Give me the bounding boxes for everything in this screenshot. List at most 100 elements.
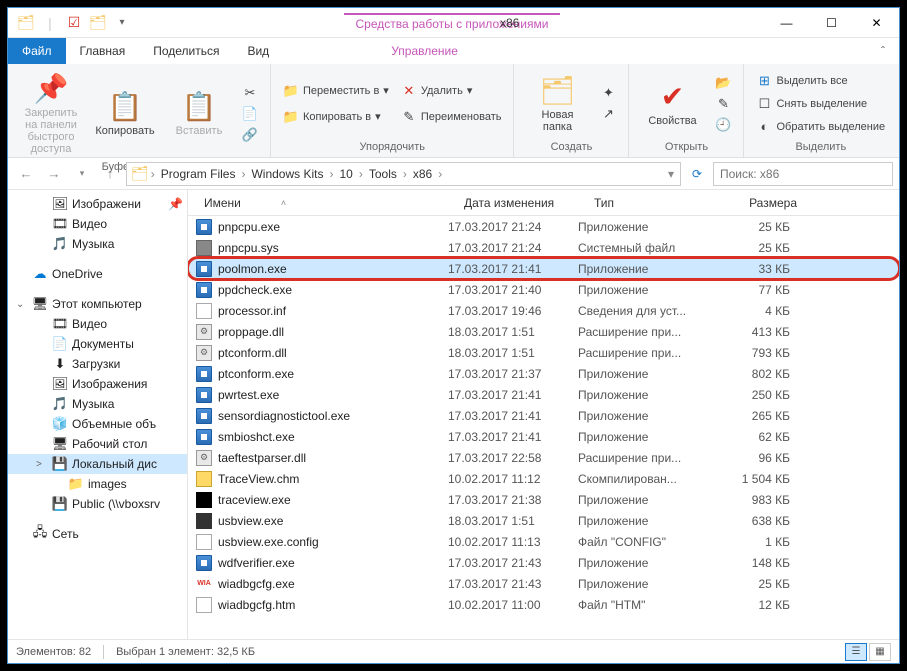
- nav-item[interactable]: 🎵Музыка: [8, 394, 187, 414]
- file-row[interactable]: TraceView.chm10.02.2017 11:12Скомпилиров…: [188, 468, 899, 489]
- maximize-button[interactable]: ☐: [809, 8, 854, 38]
- file-row[interactable]: wiadbgcfg.htm10.02.2017 11:00Файл "HTM"1…: [188, 594, 899, 615]
- paste-button[interactable]: 📋Вставить: [164, 68, 234, 159]
- nav-item[interactable]: 💾Public (\\vboxsrv: [8, 494, 187, 514]
- file-row[interactable]: proppage.dll18.03.2017 1:51Расширение пр…: [188, 321, 899, 342]
- nav-item[interactable]: >💾Локальный дис: [8, 454, 187, 474]
- breadcrumb-item[interactable]: x86: [409, 167, 436, 181]
- tab-home[interactable]: Главная: [66, 38, 140, 64]
- chevron-right-icon[interactable]: ›: [357, 167, 365, 181]
- copypath-button[interactable]: 📄: [238, 104, 262, 124]
- view-details-button[interactable]: ☰: [845, 643, 867, 661]
- file-row[interactable]: wdfverifier.exe17.03.2017 21:43Приложени…: [188, 552, 899, 573]
- refresh-button[interactable]: ⟳: [685, 162, 709, 186]
- expand-icon[interactable]: >: [36, 459, 48, 470]
- copyto-button[interactable]: 📁Копировать в ▾: [279, 107, 393, 127]
- column-type[interactable]: Тип: [586, 196, 716, 210]
- nav-item[interactable]: 📄Документы: [8, 334, 187, 354]
- history-button[interactable]: 🕘: [711, 115, 735, 135]
- file-row[interactable]: sensordiagnostictool.exe17.03.2017 21:41…: [188, 405, 899, 426]
- chevron-right-icon[interactable]: ›: [149, 167, 157, 181]
- close-button[interactable]: ✕: [854, 8, 899, 38]
- tab-view[interactable]: Вид: [233, 38, 283, 64]
- qat-check-icon[interactable]: ☑: [64, 13, 84, 33]
- nav-icon: 🎵: [52, 236, 68, 252]
- file-row[interactable]: smbioshct.exe17.03.2017 21:41Приложение6…: [188, 426, 899, 447]
- breadcrumb[interactable]: 🗂 › Program Files›Windows Kits›10›Tools›…: [126, 162, 681, 186]
- rename-button[interactable]: ✎Переименовать: [397, 107, 506, 127]
- breadcrumb-item[interactable]: 10: [336, 167, 357, 181]
- file-pane: Имени˄ Дата изменения Тип Размера pnpcpu…: [188, 190, 899, 639]
- nav-item[interactable]: 🖼Изображени📌: [8, 194, 187, 214]
- easyaccess-button[interactable]: ↗: [596, 104, 620, 124]
- file-size: 265 КБ: [708, 409, 798, 423]
- copy-button[interactable]: 📋Копировать: [90, 68, 160, 159]
- edit-button[interactable]: ✎: [711, 94, 735, 114]
- file-list[interactable]: pnpcpu.exe17.03.2017 21:24Приложение25 К…: [188, 216, 899, 639]
- qat-folder-icon[interactable]: 🗂: [88, 13, 108, 33]
- nav-item[interactable]: 🖥Рабочий стол: [8, 434, 187, 454]
- search-input[interactable]: [713, 162, 893, 186]
- chevron-right-icon[interactable]: ›: [328, 167, 336, 181]
- nav-item[interactable]: ⬇Загрузки: [8, 354, 187, 374]
- tab-manage[interactable]: Управление: [377, 38, 472, 64]
- selectnone-button[interactable]: ☐Снять выделение: [752, 94, 889, 114]
- tab-share[interactable]: Поделиться: [139, 38, 233, 64]
- column-size[interactable]: Размера: [716, 196, 806, 210]
- nav-item[interactable]: 🧊Объемные объ: [8, 414, 187, 434]
- qat-dropdown-icon[interactable]: ▾: [112, 13, 132, 33]
- chevron-right-icon[interactable]: ›: [401, 167, 409, 181]
- minimize-button[interactable]: —: [764, 8, 809, 38]
- file-row[interactable]: pwrtest.exe17.03.2017 21:41Приложение250…: [188, 384, 899, 405]
- nav-item[interactable]: ⌄🖥Этот компьютер: [8, 294, 187, 314]
- back-button[interactable]: ←: [14, 162, 38, 186]
- file-row[interactable]: wiadbgcfg.exe17.03.2017 21:43Приложение2…: [188, 573, 899, 594]
- nav-item[interactable]: 🎞Видео: [8, 214, 187, 234]
- nav-item[interactable]: ☁OneDrive: [8, 264, 187, 284]
- nav-item[interactable]: 🎵Музыка: [8, 234, 187, 254]
- up-button[interactable]: ↑: [98, 162, 122, 186]
- forward-button[interactable]: →: [42, 162, 66, 186]
- breadcrumb-dropdown-icon[interactable]: ▾: [666, 167, 676, 181]
- file-row[interactable]: taeftestparser.dll17.03.2017 22:58Расшир…: [188, 447, 899, 468]
- file-row[interactable]: pnpcpu.exe17.03.2017 21:24Приложение25 К…: [188, 216, 899, 237]
- nav-item[interactable]: 📁images: [8, 474, 187, 494]
- file-row[interactable]: pnpcpu.sys17.03.2017 21:24Системный файл…: [188, 237, 899, 258]
- ribbon-collapse-icon[interactable]: ˆ: [867, 38, 899, 64]
- file-row[interactable]: traceview.exe17.03.2017 21:38Приложение9…: [188, 489, 899, 510]
- moveto-button[interactable]: 📁Переместить в ▾: [279, 81, 393, 101]
- breadcrumb-item[interactable]: Program Files: [157, 167, 240, 181]
- file-row[interactable]: ptconform.dll18.03.2017 1:51Расширение п…: [188, 342, 899, 363]
- cut-button[interactable]: ✂: [238, 83, 262, 103]
- pasteshortcut-button[interactable]: 🔗: [238, 125, 262, 145]
- file-row[interactable]: processor.inf17.03.2017 19:46Сведения дл…: [188, 300, 899, 321]
- properties-button[interactable]: ✔Свойства: [637, 68, 707, 139]
- pin-button[interactable]: 📌Закрепить на панели быстрого доступа: [16, 68, 86, 159]
- nav-item[interactable]: 🖧Сеть: [8, 524, 187, 544]
- tab-file[interactable]: Файл: [8, 38, 66, 64]
- newitem-button[interactable]: ✦: [596, 83, 620, 103]
- nav-item[interactable]: 🖼Изображения: [8, 374, 187, 394]
- breadcrumb-item[interactable]: Windows Kits: [247, 167, 327, 181]
- view-icons-button[interactable]: ▦: [869, 643, 891, 661]
- expand-icon[interactable]: ⌄: [16, 299, 28, 310]
- column-name[interactable]: Имени˄: [196, 196, 456, 210]
- file-icon: [196, 219, 212, 235]
- file-row[interactable]: usbview.exe18.03.2017 1:51Приложение638 …: [188, 510, 899, 531]
- navigation-pane[interactable]: 🖼Изображени📌🎞Видео🎵Музыка☁OneDrive⌄🖥Этот…: [8, 190, 188, 639]
- file-row[interactable]: ptconform.exe17.03.2017 21:37Приложение8…: [188, 363, 899, 384]
- ribbon-group-new: 🗂Новая папка ✦ ↗ Создать: [514, 64, 629, 157]
- invertselect-button[interactable]: ◐Обратить выделение: [752, 117, 889, 137]
- chevron-right-icon[interactable]: ›: [436, 167, 444, 181]
- file-row[interactable]: ppdcheck.exe17.03.2017 21:40Приложение77…: [188, 279, 899, 300]
- breadcrumb-item[interactable]: Tools: [365, 167, 401, 181]
- recent-dropdown[interactable]: ▾: [70, 162, 94, 186]
- column-date[interactable]: Дата изменения: [456, 196, 586, 210]
- file-row[interactable]: poolmon.exe17.03.2017 21:41Приложение33 …: [188, 258, 899, 279]
- file-row[interactable]: usbview.exe.config10.02.2017 11:13Файл "…: [188, 531, 899, 552]
- delete-button[interactable]: ✕Удалить ▾: [397, 81, 506, 101]
- selectall-button[interactable]: ⊞Выделить все: [752, 71, 889, 91]
- nav-item[interactable]: 🎞Видео: [8, 314, 187, 334]
- newfolder-button[interactable]: 🗂Новая папка: [522, 68, 592, 139]
- open-button[interactable]: 📂: [711, 73, 735, 93]
